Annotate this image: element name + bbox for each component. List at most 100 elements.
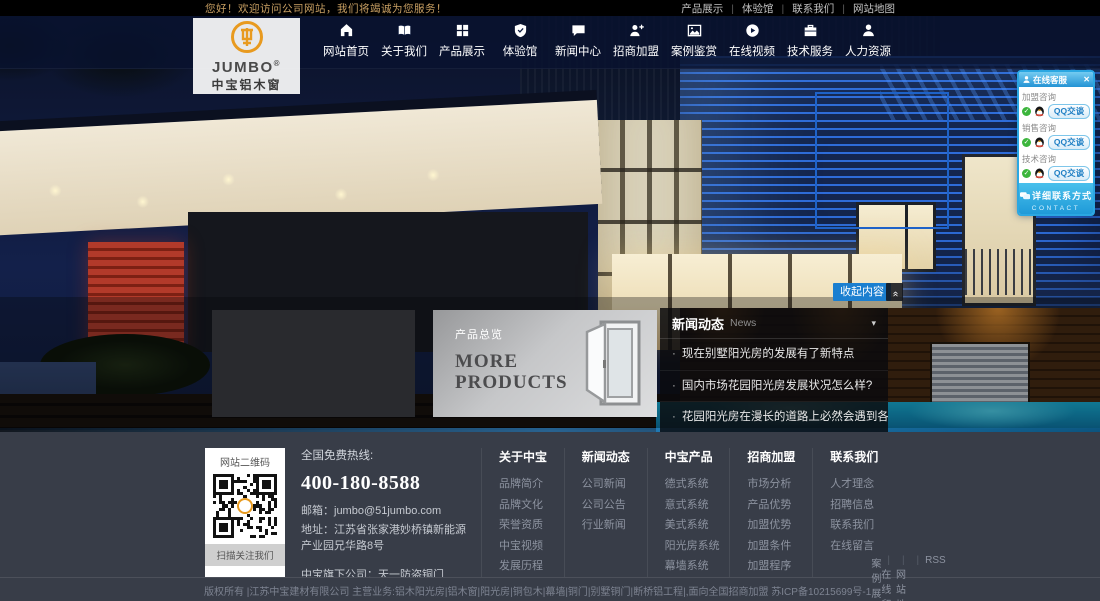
- logo[interactable]: JUMBO® 中宝铝木窗: [193, 18, 300, 94]
- hotline-number: 400-180-8588: [301, 468, 471, 498]
- nav-item-6[interactable]: 案例鉴赏: [666, 23, 722, 59]
- nav-item-label: 招商加盟: [613, 43, 659, 59]
- bottom-link-1[interactable]: 在线留言: [881, 555, 896, 601]
- footer-link[interactable]: 德式系统: [665, 474, 730, 495]
- copyright-bar: 版权所有 |江苏中宝建材有限公司 主营业务:铝木阳光房|铝木窗|阳光房|铜包木|…: [0, 577, 1100, 601]
- nav-item-label: 技术服务: [787, 43, 833, 59]
- footer-link[interactable]: 阳光房系统: [665, 536, 730, 557]
- nav-item-9[interactable]: 人力资源: [840, 23, 896, 59]
- qq-chat-button[interactable]: QQ交谈: [1048, 104, 1090, 119]
- tech-briefcase-icon: [803, 23, 818, 38]
- hero-banner: 网站首页关于我们产品展示体验馆新闻中心招商加盟案例鉴赏在线视频技术服务人力资源 …: [0, 16, 1100, 432]
- chat-group-row-0: ✓QQ交谈: [1022, 104, 1090, 119]
- chat-group-label-2: 技术咨询: [1022, 153, 1090, 165]
- contact-details-button[interactable]: 详细联系方式 CONTACT: [1019, 183, 1093, 214]
- footer-link[interactable]: 招聘信息: [830, 495, 895, 516]
- qr-caption: 扫描关注我们: [205, 544, 285, 566]
- chevron-down-icon[interactable]: ▾: [871, 318, 876, 329]
- footer-column-title: 招商加盟: [747, 448, 812, 465]
- qq-penguin-icon: [1033, 167, 1046, 180]
- topbar-link-0[interactable]: 产品展示: [681, 1, 723, 16]
- nav-item-2[interactable]: 产品展示: [434, 23, 490, 59]
- footer-link[interactable]: 加盟程序: [747, 556, 812, 577]
- footer-link[interactable]: 联系我们: [830, 515, 895, 536]
- footer-link[interactable]: 公司新闻: [582, 474, 647, 495]
- chat-panel-body: 加盟咨询✓QQ交谈销售咨询✓QQ交谈技术咨询✓QQ交谈: [1019, 87, 1093, 183]
- footer-link[interactable]: 意式系统: [665, 495, 730, 516]
- about-book-icon: [397, 23, 412, 38]
- more-products-card[interactable]: 产品总览 MORE PRODUCTS: [433, 310, 657, 417]
- qq-chat-button[interactable]: QQ交谈: [1048, 166, 1090, 181]
- qr-title: 网站二维码: [211, 454, 279, 469]
- online-check-icon: ✓: [1022, 169, 1031, 178]
- topbar-link-3[interactable]: 网站地图: [834, 1, 895, 16]
- hotline-label: 全国免费热线:: [301, 448, 471, 465]
- chat-group-label-0: 加盟咨询: [1022, 91, 1090, 103]
- nav-item-1[interactable]: 关于我们: [376, 23, 432, 59]
- hr-user-icon: [861, 23, 876, 38]
- qq-chat-button[interactable]: QQ交谈: [1048, 135, 1090, 150]
- logo-subtitle: 中宝铝木窗: [211, 76, 281, 93]
- nav-item-0[interactable]: 网站首页: [318, 23, 374, 59]
- footer-link[interactable]: 产品优势: [747, 495, 812, 516]
- topbar-link-2[interactable]: 联系我们: [774, 1, 835, 16]
- footer-link[interactable]: 品牌文化: [499, 495, 564, 516]
- qq-penguin-icon: [1033, 136, 1046, 149]
- collapse-arrow-button[interactable]: «: [886, 283, 903, 301]
- selection-rectangle: [815, 92, 949, 229]
- news-subtitle: News: [730, 317, 756, 329]
- bottom-link-2[interactable]: 网站地图: [896, 555, 911, 601]
- nav-item-4[interactable]: 新闻中心: [550, 23, 606, 59]
- footer-link[interactable]: 荣誉资质: [499, 515, 564, 536]
- chat-group-row-1: ✓ QQ交谈: [1022, 135, 1090, 150]
- close-icon[interactable]: ✕: [1083, 76, 1090, 84]
- footer-link[interactable]: 美式系统: [665, 515, 730, 536]
- footer-link[interactable]: 在线留言: [830, 536, 895, 557]
- footer-link[interactable]: 市场分析: [747, 474, 812, 495]
- nav-item-label: 体验馆: [503, 43, 538, 59]
- news-title: 新闻动态: [672, 314, 724, 333]
- footer-link[interactable]: 行业新闻: [582, 515, 647, 536]
- contact-details-sub: CONTACT: [1019, 205, 1093, 212]
- footer-link[interactable]: 发展历程: [499, 556, 564, 577]
- copyright-text: 版权所有 |江苏中宝建材有限公司 主营业务:铝木阳光房|铝木窗|阳光房|铜包木|…: [204, 583, 871, 598]
- online-check-icon: ✓: [1022, 138, 1031, 147]
- news-item-0[interactable]: 现在别墅阳光房的发展有了新特点: [660, 339, 888, 370]
- footer-column-title: 新闻动态: [582, 448, 647, 465]
- join-user-plus-icon: [629, 23, 644, 38]
- footer-link[interactable]: 加盟条件: [747, 536, 812, 557]
- nav-item-7[interactable]: 在线视频: [724, 23, 780, 59]
- nav-item-label: 人力资源: [845, 43, 891, 59]
- chevron-up-icon: «: [886, 291, 904, 297]
- footer-link[interactable]: 幕墙系统: [665, 556, 730, 577]
- news-item-1[interactable]: 国内市场花园阳光房发展状况怎么样?: [660, 370, 888, 402]
- bottom-link-0[interactable]: 案例展示: [871, 555, 881, 601]
- video-play-icon: [745, 23, 760, 38]
- user-icon: [1022, 75, 1031, 84]
- footer-link[interactable]: 中宝视频: [499, 536, 564, 557]
- logo-name: JUMBO®: [212, 56, 281, 75]
- news-list: 现在别墅阳光房的发展有了新特点国内市场花园阳光房发展状况怎么样?花园阳光房在漫长…: [660, 339, 888, 432]
- nav-item-8[interactable]: 技术服务: [782, 23, 838, 59]
- nav-item-5[interactable]: 招商加盟: [608, 23, 664, 59]
- qr-code: [213, 474, 277, 538]
- footer-link[interactable]: 品牌简介: [499, 474, 564, 495]
- page: 您好！欢迎访问公司网站，我们将竭诚为您服务！ 产品展示体验馆联系我们网站地图 网…: [0, 0, 1100, 601]
- topbar: 您好！欢迎访问公司网站，我们将竭诚为您服务！ 产品展示体验馆联系我们网站地图: [0, 0, 1100, 16]
- footer-column-title: 联系我们: [830, 448, 895, 465]
- logo-emblem-icon: [230, 20, 264, 54]
- nav-item-3[interactable]: 体验馆: [492, 23, 548, 59]
- copyright-links: 案例展示在线留言网站地图RSS: [871, 555, 945, 601]
- collapse-content-button[interactable]: 收起内容: [833, 283, 891, 301]
- experience-shield-icon: [513, 23, 528, 38]
- nav-item-label: 网站首页: [323, 43, 369, 59]
- chat-bubbles-icon: [1020, 192, 1030, 200]
- bottom-link-3[interactable]: RSS: [911, 555, 946, 601]
- footer-link[interactable]: 人才理念: [830, 474, 895, 495]
- topbar-link-1[interactable]: 体验馆: [723, 1, 773, 16]
- cases-photo-icon: [687, 23, 702, 38]
- footer-link[interactable]: 公司公告: [582, 495, 647, 516]
- news-item-2[interactable]: 花园阳光房在漫长的道路上必然会遇到各种挑战: [660, 401, 888, 432]
- footer-link[interactable]: 加盟优势: [747, 515, 812, 536]
- online-service-panel: 在线客服 ✕ 加盟咨询✓QQ交谈销售咨询✓QQ交谈技术咨询✓QQ交谈 详细联系方…: [1017, 70, 1095, 216]
